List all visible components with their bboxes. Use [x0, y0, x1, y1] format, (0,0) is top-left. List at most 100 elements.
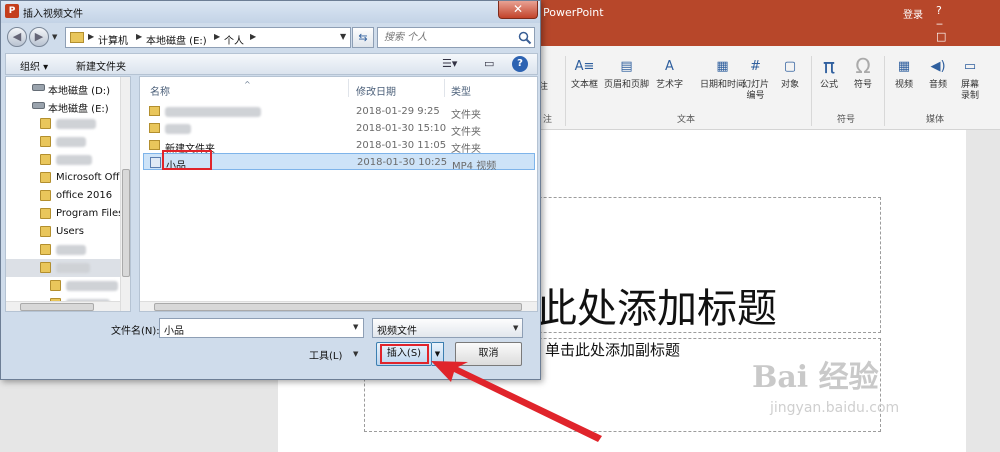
breadcrumb-computer[interactable]: 计算机	[98, 32, 128, 47]
organize-button[interactable]: 组织 ▾	[20, 58, 48, 73]
tree-item[interactable]	[6, 133, 120, 151]
scroll-thumb[interactable]	[122, 169, 130, 277]
ribbon-button-wordart[interactable]: A 艺术字	[656, 54, 683, 91]
baidu-watermark: Bai 经验	[752, 360, 879, 395]
tree-item-label: Program Files	[56, 208, 120, 219]
close-button[interactable]: ✕	[498, 1, 538, 19]
tree-item[interactable]	[6, 151, 120, 169]
slide-subtitle[interactable]: 单击此处添加副标题	[545, 339, 680, 360]
refresh-icon[interactable]: ⇆	[352, 27, 374, 48]
dialog-title: 插入视频文件	[23, 9, 83, 20]
nav-horizontal-scrollbar[interactable]	[6, 301, 120, 311]
drive-icon	[32, 102, 45, 109]
file-highlight-box	[162, 150, 212, 170]
dialog-titlebar: P 插入视频文件 ✕	[1, 1, 540, 23]
tree-item[interactable]	[6, 115, 120, 133]
tools-dropdown-icon[interactable]: ▼	[353, 350, 358, 358]
preview-pane-icon[interactable]: ▭	[484, 57, 494, 70]
ribbon-button-label: 屏幕 录制	[960, 80, 979, 101]
ribbon-button-screen-record[interactable]: ▭ 屏幕 录制	[958, 54, 982, 102]
address-dropdown-icon[interactable]: ▼	[340, 32, 346, 41]
file-modified: 2018-01-29 9:25	[356, 106, 440, 117]
ribbon-button-slide-number[interactable]: # 幻灯片 编号	[742, 54, 769, 102]
file-type-select[interactable]: 视频文件 ▼	[372, 318, 523, 338]
folder-icon	[40, 190, 51, 201]
breadcrumb-personal[interactable]: 个人	[224, 32, 244, 47]
pi-icon: π	[822, 53, 836, 78]
ribbon-button-textbox[interactable]: A≡ 文本框	[571, 54, 598, 91]
filename-dropdown-icon[interactable]: ▼	[353, 323, 358, 331]
textbox-icon: A≡	[574, 58, 595, 74]
column-name[interactable]: 名称	[150, 77, 170, 99]
filename-label: 文件名(N):	[111, 326, 160, 337]
group-label-symbols: 符号	[837, 115, 856, 125]
tree-item[interactable]: Program Files	[6, 205, 120, 223]
file-row[interactable]: 2018-01-29 9:25 文件夹	[143, 103, 535, 121]
column-separator[interactable]	[444, 79, 445, 97]
redacted-label	[56, 155, 92, 165]
tree-item[interactable]	[6, 259, 120, 277]
chevron-right-icon[interactable]: ▶	[136, 32, 142, 41]
tree-item[interactable]: 本地磁盘 (E:)	[6, 97, 120, 115]
tree-item[interactable]: office 2016	[6, 187, 120, 205]
column-separator[interactable]	[348, 79, 349, 97]
redacted-label	[56, 137, 86, 147]
film-icon: ▦	[897, 58, 911, 74]
history-dropdown-icon[interactable]: ▼	[52, 33, 57, 41]
chevron-right-icon[interactable]: ▶	[88, 32, 94, 41]
tree-item-label: Users	[56, 226, 85, 237]
chevron-right-icon[interactable]: ▶	[250, 32, 256, 41]
tree-item[interactable]: Users	[6, 223, 120, 241]
ribbon-button-label: 艺术字	[656, 80, 684, 90]
forward-icon[interactable]: ▶	[29, 27, 49, 47]
chevron-right-icon[interactable]: ▶	[214, 32, 220, 41]
tree-item-label: office 2016	[56, 190, 113, 201]
cancel-button[interactable]: 取消	[455, 342, 522, 366]
ribbon-button-label: 视频	[894, 80, 913, 90]
speaker-icon: ◀)	[930, 58, 946, 74]
ribbon-button-pi[interactable]: π 公式	[817, 54, 841, 91]
file-row[interactable]: 2018-01-30 15:10 文件夹	[143, 120, 535, 138]
ribbon-button-label: 符号	[853, 80, 872, 90]
search-box[interactable]	[377, 27, 535, 48]
column-modified[interactable]: 修改日期	[356, 77, 396, 99]
omega-icon: Ω	[855, 53, 871, 78]
tree-item[interactable]: 本地磁盘 (D:)	[6, 79, 120, 97]
tree-item[interactable]: s	[6, 277, 120, 295]
ribbon-button-header-footer[interactable]: ▤ 页眉和页脚	[604, 54, 649, 91]
ribbon-button-omega[interactable]: Ω 符号	[851, 54, 875, 91]
login-button[interactable]: 登录	[903, 6, 923, 21]
view-options-icon[interactable]: ☰▾	[442, 57, 457, 70]
ribbon-button-speaker[interactable]: ◀) 音频	[926, 54, 950, 91]
powerpoint-icon: P	[5, 4, 19, 18]
search-input[interactable]	[384, 30, 514, 45]
ribbon-separator	[884, 56, 885, 126]
ribbon-button-label: 音频	[928, 80, 947, 90]
file-list: 名称 ^ 修改日期 类型 2018-01-29 9:25 文件夹 2018-01-3…	[139, 76, 538, 312]
scroll-thumb[interactable]	[154, 303, 522, 311]
ribbon-button-object[interactable]: ▢ 对象	[778, 54, 802, 91]
window-controls[interactable]: ? ‒ □	[936, 4, 1000, 43]
tree-item[interactable]: Microsoft Off	[6, 169, 120, 187]
ribbon-button-label: 日期和时间	[700, 80, 746, 90]
insert-options-dropdown-icon[interactable]: ▼	[432, 342, 444, 366]
filename-input[interactable]: 小品	[159, 318, 364, 338]
new-folder-button[interactable]: 新建文件夹	[76, 58, 126, 73]
file-type-value: 视频文件	[377, 326, 417, 337]
tools-button[interactable]: 工具(L)	[309, 347, 342, 362]
slide-title[interactable]: 此处添加标题	[537, 276, 777, 334]
search-icon[interactable]	[518, 31, 532, 45]
app-name: PowerPoint	[543, 6, 604, 19]
address-bar[interactable]: ▶ 计算机 ▶ 本地磁盘 (E:) ▶ 个人 ▶ ▼	[65, 27, 351, 48]
back-icon[interactable]: ◀	[7, 27, 27, 47]
help-icon[interactable]: ?	[512, 56, 528, 72]
breadcrumb-drive-e[interactable]: 本地磁盘 (E:)	[146, 32, 207, 47]
file-horizontal-scrollbar[interactable]	[140, 301, 537, 311]
ribbon-button-calendar[interactable]: ▦ 日期和时间	[700, 54, 745, 91]
tree-item[interactable]	[6, 241, 120, 259]
scroll-thumb[interactable]	[20, 303, 94, 311]
column-type[interactable]: 类型	[451, 77, 471, 99]
nav-vertical-scrollbar[interactable]	[120, 77, 130, 311]
ribbon-button-label: 文本框	[571, 80, 599, 90]
ribbon-button-film[interactable]: ▦ 视频	[892, 54, 916, 91]
